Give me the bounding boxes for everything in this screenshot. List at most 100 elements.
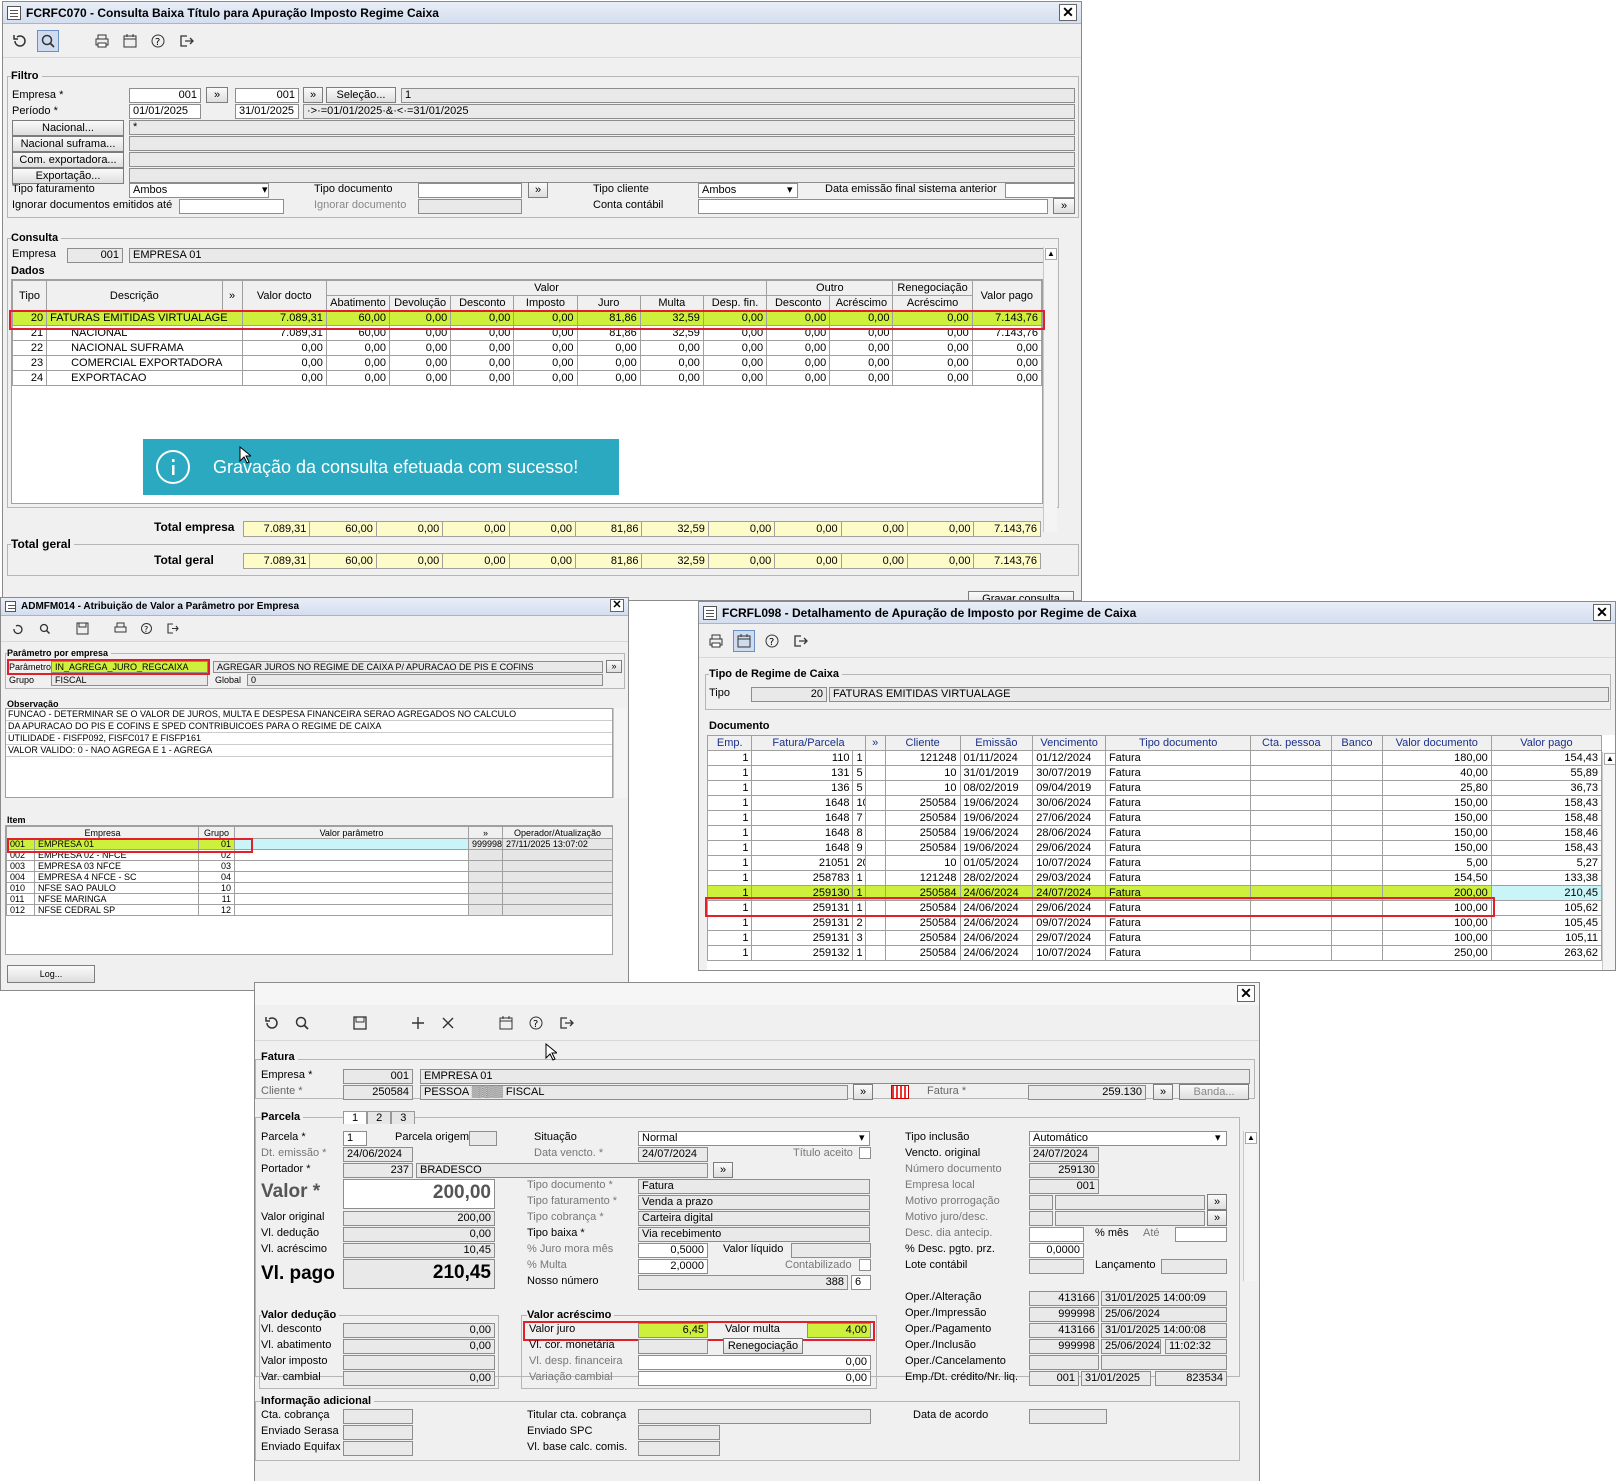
close-button[interactable]: ✕: [610, 599, 624, 612]
list-item[interactable]: 012 NFSE CEDRAL SP 12: [6, 904, 614, 916]
scroll-up-icon[interactable]: ▲: [1045, 248, 1057, 260]
parametro-field[interactable]: IN_AGREGA_JURO_REGCAIXA: [51, 661, 208, 673]
table-row[interactable]: 24 EXPORTACAO 0,00 0,00 0,00 0,00 0,00 0,00 0,00…: [11, 370, 1043, 386]
table-row[interactable]: 1 136 5 10 08/02/2019 09/04/2019 Fatura 25,80 36…: [706, 780, 1603, 796]
table-row[interactable]: 21 NACIONAL 7.089,31 60,00 0,00 0,00 0,00 81,86…: [11, 325, 1043, 341]
refresh-icon[interactable]: [7, 618, 29, 640]
help-icon[interactable]: ?: [761, 630, 783, 652]
col-sub-header[interactable]: Multa: [639, 295, 704, 311]
col-header[interactable]: Tipo documento: [1104, 735, 1252, 751]
motivo-juro-lookup-button[interactable]: »: [1207, 1210, 1227, 1226]
tipo-inclusao-select[interactable]: Automático: [1029, 1131, 1227, 1146]
table-row[interactable]: 1 259132 1 250584 24/06/2024 10/07/2024 Fatura…: [706, 945, 1603, 961]
col-sub-header[interactable]: Acréscimo: [829, 295, 894, 311]
expand-columns-button[interactable]: »: [468, 826, 504, 839]
juro-mora-field[interactable]: 0,5000: [638, 1243, 708, 1258]
log-button[interactable]: Log...: [7, 965, 95, 983]
variacao-cambial-field[interactable]: 0,00: [638, 1371, 871, 1386]
table-row[interactable]: 1 131 5 10 31/01/2019 30/07/2019 Fatura 40,00 55…: [706, 765, 1603, 781]
col-header[interactable]: »: [864, 735, 886, 751]
parcela-field[interactable]: 1: [343, 1131, 367, 1146]
titulo-aceito-checkbox[interactable]: [859, 1147, 871, 1159]
exportacao-button[interactable]: Exportação...: [12, 168, 124, 184]
table-row[interactable]: 1 258783 1 121248 28/02/2024 29/03/2024 Fatura…: [706, 870, 1603, 886]
item-valor[interactable]: [234, 893, 470, 905]
printer-icon[interactable]: [705, 630, 727, 652]
search-icon[interactable]: [291, 1012, 313, 1034]
table-row[interactable]: 1 259131 1 250584 24/06/2024 29/06/2024 Fatura…: [706, 900, 1603, 916]
close-button[interactable]: ✕: [1237, 985, 1255, 1002]
documento-scrollbar[interactable]: ▲: [1602, 752, 1615, 970]
expand-columns-button[interactable]: »: [221, 280, 243, 311]
col-header[interactable]: Emp.: [706, 735, 753, 751]
refresh-icon[interactable]: [261, 1012, 283, 1034]
scroll-up-icon[interactable]: ▲: [1245, 1132, 1257, 1144]
col-valor-pago[interactable]: Valor pago: [971, 280, 1043, 311]
empresa-fim-field[interactable]: 001: [235, 88, 299, 103]
col-sub-header[interactable]: Devolução: [389, 295, 452, 311]
tab-parcela-2[interactable]: 2: [367, 1111, 392, 1124]
close-button[interactable]: ✕: [1059, 4, 1077, 21]
item-valor[interactable]: [234, 871, 470, 883]
valor-field[interactable]: 200,00: [343, 1179, 495, 1209]
search-icon[interactable]: [37, 29, 59, 52]
col-header[interactable]: Vencimento: [1032, 735, 1106, 751]
vl-desp-financeira-field[interactable]: 0,00: [638, 1355, 871, 1370]
add-icon[interactable]: [407, 1012, 429, 1034]
list-item[interactable]: 001 EMPRESA 01 01 999998 27/11/2025 13:07:02: [6, 838, 614, 850]
col-header[interactable]: Cliente: [884, 735, 961, 751]
printer-icon[interactable]: [91, 30, 113, 52]
contabilizado-checkbox[interactable]: [859, 1259, 871, 1271]
ignorar-docs-field[interactable]: [179, 199, 284, 214]
exit-icon[interactable]: [161, 618, 183, 640]
col-sub-header[interactable]: Acréscimo: [892, 295, 973, 311]
dados-scrollbar[interactable]: ▲: [1043, 247, 1057, 532]
calendar-icon[interactable]: [733, 629, 755, 652]
col-operador[interactable]: Operador/Atualização: [502, 826, 614, 839]
exit-icon[interactable]: [175, 30, 197, 52]
col-empresa[interactable]: Empresa: [5, 826, 200, 839]
com-exportadora-button[interactable]: Com. exportadora...: [12, 152, 124, 168]
col-header[interactable]: Cta. pessoa: [1250, 735, 1333, 751]
ate-field[interactable]: [1175, 1227, 1227, 1242]
scroll-up-icon[interactable]: ▲: [1604, 753, 1615, 765]
item-valor[interactable]: [234, 849, 470, 861]
tipo-documento-field[interactable]: [418, 183, 522, 198]
chevron-down-icon[interactable]: ▾: [262, 183, 268, 196]
item-valor[interactable]: [234, 904, 470, 916]
valor-multa-field[interactable]: 4,00: [807, 1323, 871, 1338]
col-grupo[interactable]: Grupo: [198, 826, 236, 839]
table-row[interactable]: 1 1648 9 250584 19/06/2024 29/06/2024 Fatura 15…: [706, 840, 1603, 856]
list-item[interactable]: 010 NFSE SAO PAULO 10: [6, 882, 614, 894]
calendar-icon[interactable]: [495, 1012, 517, 1034]
col-valor-parametro[interactable]: Valor parâmetro: [234, 826, 470, 839]
table-row[interactable]: 1 110 1 121248 01/11/2024 01/12/2024 Fatura 180…: [706, 750, 1603, 766]
refresh-icon[interactable]: [9, 30, 31, 52]
fatura-lookup-button[interactable]: »: [1153, 1084, 1173, 1100]
col-sub-header[interactable]: Desp. fin.: [702, 295, 768, 311]
cliente-lookup-button[interactable]: »: [853, 1084, 873, 1100]
multa-field[interactable]: 2,0000: [638, 1259, 708, 1274]
table-row[interactable]: 23 COMERCIAL EXPORTADORA 0,00 0,00 0,00 0,00 0…: [11, 355, 1043, 371]
tab-parcela-3[interactable]: 3: [391, 1111, 416, 1124]
item-valor[interactable]: [234, 882, 470, 894]
item-valor[interactable]: [234, 838, 470, 850]
table-row[interactable]: 1 259131 3 250584 24/06/2024 29/07/2024 Fatura…: [706, 930, 1603, 946]
table-row[interactable]: 20 FATURAS EMITIDAS VIRTUALAGE 7.089,31 60,…: [11, 310, 1043, 326]
conta-contabil-lookup-button[interactable]: »: [1053, 198, 1075, 214]
table-row[interactable]: 1 1648 8 250584 19/06/2024 28/06/2024 Fatura 15…: [706, 825, 1603, 841]
portador-lookup-button[interactable]: »: [713, 1162, 733, 1178]
table-row[interactable]: 1164810 25058419/06/202430/06/2024Fatura 1…: [706, 795, 1603, 811]
empresa-ini-field[interactable]: 001: [129, 88, 201, 103]
table-row[interactable]: 1 259130 1 250584 24/06/2024 24/07/2024 Fatura…: [706, 885, 1603, 901]
col-sub-header[interactable]: Abatimento: [325, 295, 391, 311]
col-tipo[interactable]: Tipo: [11, 280, 48, 311]
tipo-faturamento-select[interactable]: Ambos: [129, 183, 269, 198]
gravar-consulta-button[interactable]: Gravar consulta: [968, 591, 1074, 600]
calendar-icon[interactable]: [119, 30, 141, 52]
close-button[interactable]: ✕: [1593, 604, 1611, 621]
delete-icon[interactable]: [437, 1012, 459, 1034]
tab-parcela-1[interactable]: 1: [343, 1111, 368, 1124]
help-icon[interactable]: ?: [135, 618, 157, 640]
col-header[interactable]: Fatura/Parcela: [751, 735, 866, 751]
